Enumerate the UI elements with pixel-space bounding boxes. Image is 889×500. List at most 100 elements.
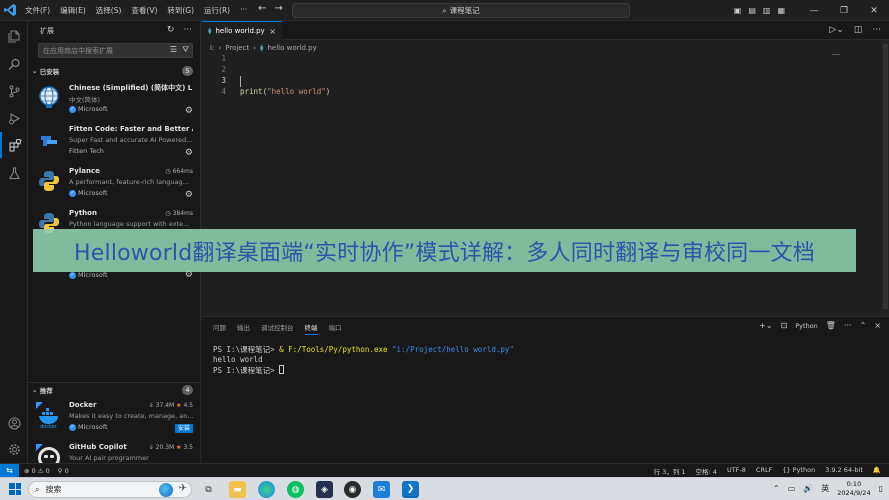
extension-item-chinese[interactable]: Chinese (Simplified) (简体中文) L... 中文(简体) … [28, 80, 201, 122]
editor-more-icon[interactable]: ··· [872, 25, 881, 35]
menu-selection[interactable]: 选择(S) [91, 5, 127, 16]
install-button[interactable]: 安装 [174, 424, 193, 433]
clock[interactable]: 0:10 2024/9/24 [837, 480, 870, 497]
file-explorer-icon[interactable]: ▬ [229, 481, 246, 498]
extension-item-docker[interactable]: docker Docker ⇓ 37.4M ★ 4.5 Makes it eas… [28, 398, 201, 440]
dev-tool-icon[interactable]: ◈ [316, 481, 333, 498]
close-icon[interactable]: × [269, 27, 276, 36]
forward-arrow-icon[interactable]: → [274, 3, 282, 14]
breadcrumb-file[interactable]: hello world.py [267, 44, 316, 52]
customize-layout-icon[interactable]: ▦ [777, 6, 785, 15]
maximize-button[interactable]: ❐ [829, 6, 859, 16]
tab-terminal[interactable]: 终端 [304, 322, 318, 335]
panel-more-icon[interactable]: ··· [844, 321, 852, 330]
menu-run[interactable]: 运行(R) [199, 5, 235, 16]
wechat-icon[interactable]: ◍ [287, 481, 304, 498]
command-center[interactable]: ⌕ 课程笔记 [292, 3, 630, 18]
close-window-button[interactable]: ✕ [859, 6, 889, 16]
cursor-position[interactable]: 行 3，列 1 [654, 466, 686, 476]
split-editor-icon[interactable]: ◫ [854, 25, 863, 35]
explorer-icon[interactable] [0, 23, 28, 49]
tab-debug-console[interactable]: 调试控制台 [261, 322, 294, 335]
more-actions-icon[interactable]: ··· [183, 25, 192, 35]
notifications-icon[interactable]: 🔔 [873, 466, 881, 476]
gear-icon[interactable]: ⚙ [185, 148, 193, 158]
clock-time: 0:10 [846, 480, 862, 488]
code-editor[interactable]: 1 2 3 4 print("hello world") [202, 54, 882, 314]
menu-view[interactable]: 查看(V) [126, 5, 162, 16]
chevron-up-icon[interactable]: ⌃ [773, 484, 780, 493]
python-interpreter[interactable]: 3.9.2 64-bit [825, 466, 863, 476]
installed-section-header[interactable]: ⌄ 已安装 5 [28, 64, 201, 78]
task-view-icon[interactable]: ⧉ [200, 481, 217, 498]
search-view-icon[interactable] [0, 51, 28, 77]
fitten-code-icon [36, 126, 62, 152]
obs-studio-icon[interactable]: ◉ [344, 481, 361, 498]
breadcrumb-drive[interactable]: I: [210, 44, 214, 52]
source-control-icon[interactable] [0, 78, 28, 104]
minimize-button[interactable]: — [799, 6, 829, 16]
recommended-section-header[interactable]: ⌄ 推荐 4 [28, 382, 201, 396]
refresh-icon[interactable]: ↻ [167, 25, 175, 35]
ports-status[interactable]: ⚲ 0 [58, 467, 69, 475]
edge-browser-icon[interactable] [258, 481, 275, 498]
search-icon: ⌕ [442, 5, 447, 15]
filter-icon[interactable]: ⛛ [182, 45, 189, 55]
taskbar-search[interactable]: ⌕ 搜索 ✈ [28, 481, 192, 498]
extension-desc: Your AI pair programmer [69, 454, 149, 462]
toggle-panel-icon[interactable]: ▤ [748, 6, 756, 15]
extension-item-copilot[interactable]: GitHub Copilot ⇓ 20.3M ★ 3.5 Your AI pai… [28, 440, 201, 463]
tab-output[interactable]: 输出 [237, 322, 250, 335]
run-debug-icon[interactable] [0, 105, 28, 131]
minimap[interactable] [832, 54, 840, 55]
terminal-output[interactable]: PS I:\课程笔记> & F:/Tools/Py/python.exe "i:… [213, 344, 514, 376]
mail-app-icon[interactable]: ✉ [373, 481, 390, 498]
menu-goto[interactable]: 转到(G) [162, 5, 199, 16]
remote-icon[interactable]: ⇆ [0, 463, 19, 478]
close-icon[interactable]: × [874, 321, 881, 330]
encoding[interactable]: UTF-8 [727, 466, 746, 476]
network-icon[interactable]: ▭ [788, 484, 796, 493]
maximize-panel-icon[interactable]: ⌃ [860, 321, 867, 330]
windows-taskbar: ⌕ 搜索 ✈ ⧉ ▬ ◍ ◈ ◉ ✉ ❯ ⌃ ▭ 🔊 英 0:10 2024/9… [0, 477, 889, 500]
title-bar-right: ▣ ▤ ▥ ▦ — ❐ ✕ [734, 0, 889, 21]
toggle-sidebar-icon[interactable]: ▣ [734, 6, 742, 15]
extension-publisher: ✓ Microsoft [69, 189, 108, 197]
gear-icon[interactable]: ⚙ [185, 190, 193, 200]
vscode-taskbar-icon[interactable]: ❯ [402, 481, 419, 498]
toggle-secondary-sidebar-icon[interactable]: ▥ [763, 6, 771, 15]
extension-desc: Super Fast and accurate AI Powered... [69, 136, 193, 144]
manage-gear-icon[interactable] [0, 436, 28, 462]
windows-start-icon[interactable] [9, 483, 21, 495]
extension-item-pylance[interactable]: Pylance ◷ 664ms A performant, feature-ri… [28, 164, 201, 206]
tab-ports[interactable]: 端口 [329, 322, 342, 335]
verified-icon: ✓ [69, 105, 76, 113]
notification-center-icon[interactable]: ▯ [879, 484, 883, 493]
indentation[interactable]: 空格: 4 [696, 466, 717, 476]
extension-item-fitten[interactable]: Fitten Code: Faster and Better AI ... Su… [28, 122, 201, 164]
new-terminal-icon[interactable]: +⌄ [759, 321, 772, 330]
run-file-icon[interactable]: ▷⌄ [829, 25, 843, 35]
trash-icon[interactable]: 🗑 [826, 321, 836, 330]
text-cursor [240, 76, 241, 87]
breadcrumb-folder[interactable]: Project [225, 44, 249, 52]
menu-file[interactable]: 文件(F) [20, 5, 55, 16]
menu-edit[interactable]: 编辑(E) [55, 5, 91, 16]
line-ending[interactable]: CRLF [756, 466, 772, 476]
extension-search-input[interactable]: 在应用商店中搜索扩展 ☰ ⛛ [38, 43, 193, 58]
testing-icon[interactable] [0, 160, 28, 186]
tab-hello-world[interactable]: ⧫ hello world.py × [202, 21, 282, 40]
gear-icon[interactable]: ⚙ [185, 106, 193, 116]
problems-status[interactable]: ⊗ 0 ⚠ 0 [24, 467, 50, 475]
menu-more[interactable]: ··· [235, 5, 252, 16]
extensions-icon[interactable] [0, 132, 28, 158]
shell-label[interactable]: Python [795, 322, 818, 330]
language-mode[interactable]: {} Python [782, 466, 815, 476]
volume-icon[interactable]: 🔊 [803, 484, 813, 493]
editor-scrollbar[interactable] [882, 40, 889, 315]
ime-indicator[interactable]: 英 [821, 483, 829, 494]
tab-problems[interactable]: 问题 [213, 322, 226, 335]
back-arrow-icon[interactable]: ← [258, 3, 266, 14]
clear-filter-icon[interactable]: ☰ [170, 45, 177, 54]
account-icon[interactable] [0, 410, 28, 436]
